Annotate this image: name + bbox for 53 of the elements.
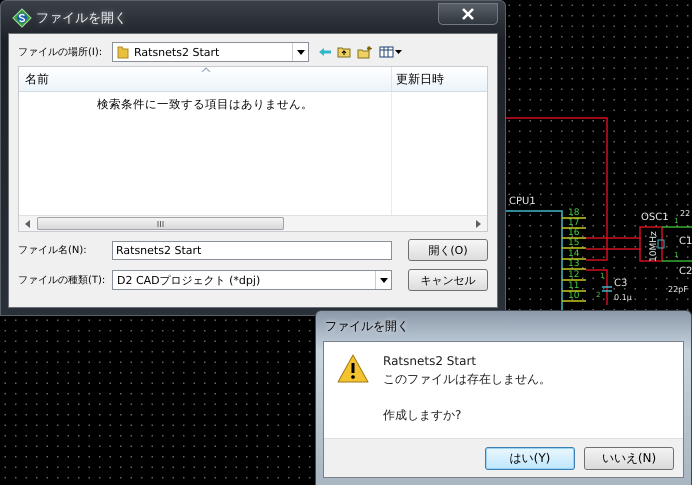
sort-caret-icon: [202, 67, 210, 72]
pin-number: 10: [568, 291, 580, 301]
filename-field[interactable]: Ratsnets2 Start: [112, 240, 392, 260]
pin-number: 11: [568, 281, 580, 291]
scroll-left-icon[interactable]: [23, 220, 33, 228]
oscillator-label: OSC1: [641, 212, 669, 223]
capacitor-label: C3: [614, 278, 628, 289]
message-text: このファイルは存在しません。: [383, 371, 551, 388]
file-name-text: Ratsnets2 Start: [383, 354, 478, 368]
pin-number: 18: [568, 208, 580, 218]
close-button[interactable]: [438, 3, 498, 25]
capacitor-label: C1: [679, 236, 692, 247]
location-dropdown[interactable]: Ratsnets2 Start: [112, 42, 309, 62]
capacitor-label: C2: [679, 266, 692, 277]
pin-number: 17: [568, 218, 580, 228]
oscillator-drawing: [639, 226, 692, 262]
empty-list-message: 検索条件に一致する項目はありません。: [97, 97, 313, 111]
filename-label: ファイル名(N):: [18, 244, 88, 257]
window-title: ファイルを開く: [36, 10, 127, 27]
capacitor-value: 0.1μ: [614, 293, 632, 302]
filetype-label: ファイルの種類(T):: [18, 274, 106, 287]
close-icon: [462, 8, 474, 20]
pin-number: 13: [568, 259, 580, 269]
dialog-title: ファイルを開く: [324, 318, 409, 334]
column-header[interactable]: 名前: [19, 67, 392, 91]
warning-icon: [337, 354, 369, 383]
question-text: 作成しますか?: [383, 407, 462, 424]
capacitor-drawing: [602, 286, 612, 292]
pin-number: 16: [568, 228, 580, 238]
filetype-dropdown[interactable]: D2 CADプロジェクト (*dpj): [112, 270, 392, 290]
pin-number: 12: [568, 270, 580, 280]
folder-icon: [117, 45, 129, 59]
location-label: ファイルの場所(I):: [18, 46, 104, 59]
cancel-button[interactable]: キャンセル: [408, 269, 488, 291]
oscillator-value: 10MHz: [649, 231, 659, 262]
app-logo-icon: [12, 8, 32, 28]
pin-number: 15: [568, 238, 580, 248]
component-label: CPU1: [509, 196, 536, 207]
capacitor-value: 22: [680, 209, 690, 218]
column-header[interactable]: 更新日時: [392, 67, 487, 91]
pin-number: 14: [568, 249, 580, 259]
dropdown-caret-icon: [380, 278, 388, 282]
grip-icon: [157, 220, 164, 226]
dialog-button[interactable]: はい(Y): [485, 446, 575, 470]
folder-up-icon[interactable]: [337, 46, 351, 58]
dropdown-caret-icon: [296, 50, 304, 54]
scroll-right-icon[interactable]: [473, 220, 483, 228]
view-menu-icon[interactable]: [379, 46, 403, 58]
horizontal-scrollbar[interactable]: [19, 215, 487, 231]
open-button[interactable]: 開く(O): [408, 239, 488, 261]
dialog-button[interactable]: いいえ(N): [584, 446, 674, 470]
new-folder-icon[interactable]: [357, 46, 373, 58]
capacitor-value: 22pF: [668, 285, 688, 294]
